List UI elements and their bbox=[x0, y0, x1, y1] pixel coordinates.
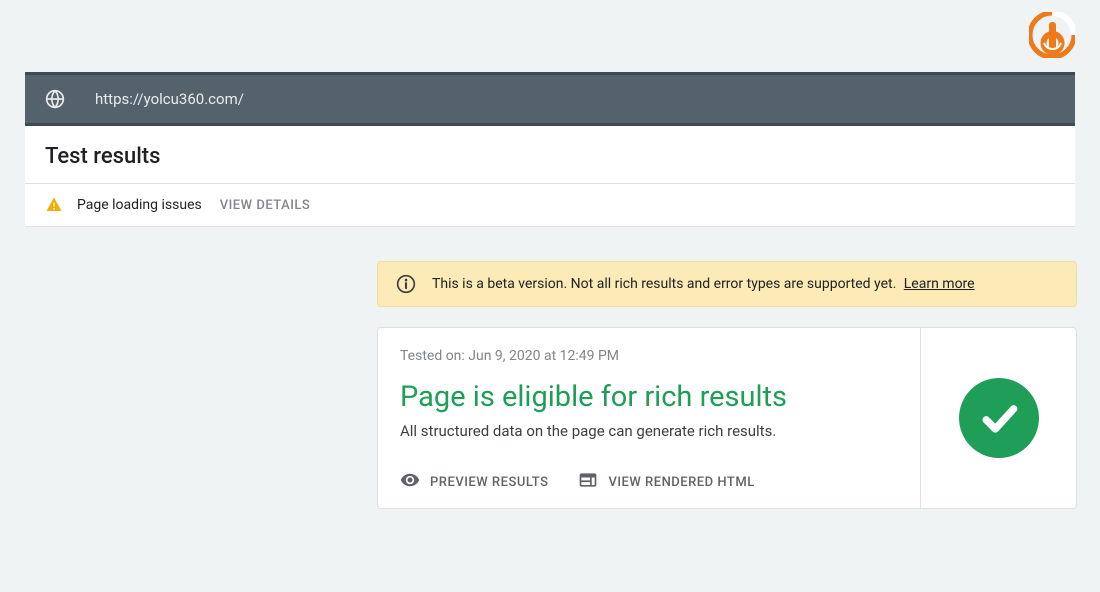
issues-bar: Page loading issues VIEW DETAILS bbox=[25, 184, 1075, 227]
url-bar: https://yolcu360.com/ bbox=[25, 72, 1075, 126]
tested-url: https://yolcu360.com/ bbox=[95, 90, 244, 108]
result-heading: Page is eligible for rich results bbox=[400, 380, 898, 414]
view-rendered-html-button[interactable]: VIEW RENDERED HTML bbox=[578, 470, 754, 494]
success-check-icon bbox=[959, 378, 1039, 458]
page-title: Test results bbox=[45, 144, 1055, 169]
brand-logo bbox=[1029, 12, 1075, 58]
section-title-bar: Test results bbox=[25, 126, 1075, 184]
web-icon bbox=[578, 470, 598, 494]
learn-more-link[interactable]: Learn more bbox=[904, 276, 975, 292]
info-icon bbox=[396, 274, 416, 294]
tested-on-timestamp: Tested on: Jun 9, 2020 at 12:49 PM bbox=[400, 348, 898, 364]
beta-notice-text: This is a beta version. Not all rich res… bbox=[432, 276, 896, 292]
result-status-panel bbox=[921, 328, 1076, 508]
preview-results-label: PREVIEW RESULTS bbox=[430, 475, 548, 490]
result-subtext: All structured data on the page can gene… bbox=[400, 422, 898, 440]
view-details-link[interactable]: VIEW DETAILS bbox=[220, 198, 311, 213]
globe-icon bbox=[45, 89, 65, 109]
result-card: Tested on: Jun 9, 2020 at 12:49 PM Page … bbox=[377, 327, 1077, 509]
view-rendered-label: VIEW RENDERED HTML bbox=[608, 475, 754, 490]
issues-label: Page loading issues bbox=[77, 197, 202, 213]
warning-icon bbox=[45, 196, 63, 214]
preview-results-button[interactable]: PREVIEW RESULTS bbox=[400, 470, 548, 494]
beta-notice: This is a beta version. Not all rich res… bbox=[377, 261, 1077, 307]
eye-icon bbox=[400, 470, 420, 494]
